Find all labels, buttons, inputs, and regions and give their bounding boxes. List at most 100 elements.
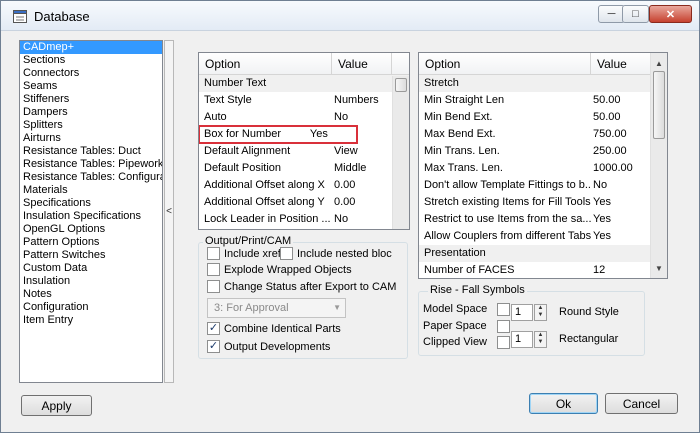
pane-splitter[interactable]: < [164, 40, 174, 383]
spin-down-icon[interactable]: ▼ [535, 312, 546, 319]
grid-cell-value[interactable]: Numbers [332, 92, 392, 109]
include-nested-box[interactable] [280, 247, 293, 260]
explode-wrapped-box[interactable] [207, 263, 220, 276]
category-list-item[interactable]: Notes [20, 288, 162, 301]
grid-row[interactable]: Max Bend Ext. 750.00 [419, 126, 667, 143]
category-list-item[interactable]: Pattern Options [20, 236, 162, 249]
grid-cell-value[interactable]: 50.00 [591, 109, 651, 126]
grid-cell-value[interactable]: No [591, 177, 651, 194]
right-grid-scroll-thumb[interactable] [653, 71, 665, 139]
grid-cell-value[interactable]: Yes [591, 228, 651, 245]
output-developments-box[interactable]: ✓ [207, 340, 220, 353]
right-grid-header-option[interactable]: Option [419, 53, 591, 74]
grid-group-row[interactable]: Number Text [199, 75, 409, 92]
left-option-grid[interactable]: Option Value Number Text Text Style Number… [198, 52, 410, 230]
scroll-down-arrow-icon[interactable]: ▼ [651, 261, 667, 277]
left-grid-scroll-thumb[interactable] [395, 78, 407, 92]
grid-row[interactable]: Min Bend Ext. 50.00 [419, 109, 667, 126]
grid-row[interactable]: Box for Number Yes [199, 125, 358, 144]
category-list-item[interactable]: Dampers [20, 106, 162, 119]
grid-cell-value[interactable]: 0.00 [332, 194, 392, 211]
left-grid-header-value[interactable]: Value [332, 53, 392, 74]
output-developments-checkbox[interactable]: ✓ Output Developments [207, 340, 330, 353]
grid-cell-value[interactable]: 0.00 [332, 177, 392, 194]
category-list-item[interactable]: Airturns [20, 132, 162, 145]
clipped-view-checkbox[interactable] [497, 336, 510, 349]
category-list-item[interactable]: Stiffeners [20, 93, 162, 106]
rectangular-spinner[interactable]: ▲ ▼ [534, 331, 547, 348]
include-nested-checkbox[interactable]: Include nested bloc [280, 247, 392, 260]
spin-down-icon[interactable]: ▼ [535, 339, 546, 346]
grid-cell-value[interactable]: Yes [591, 211, 651, 228]
category-list-item[interactable]: Insulation [20, 275, 162, 288]
grid-group-row[interactable]: Presentation [419, 245, 667, 262]
category-list-item[interactable]: Insulation Specifications [20, 210, 162, 223]
grid-row[interactable]: Text Style Numbers [199, 92, 409, 109]
rectangular-input[interactable]: 1 [511, 331, 533, 348]
category-list-item[interactable]: OpenGL Options [20, 223, 162, 236]
grid-row[interactable]: Auto No [199, 109, 409, 126]
ok-button[interactable]: Ok [529, 393, 598, 414]
grid-cell-value[interactable]: 250.00 [591, 143, 651, 160]
grid-cell-value[interactable]: 50.00 [591, 92, 651, 109]
grid-row[interactable]: Min Straight Len 50.00 [419, 92, 667, 109]
grid-row[interactable]: Number of FACES 12 [419, 262, 667, 278]
close-button[interactable]: ✕ [649, 5, 692, 23]
round-style-spinner[interactable]: ▲ ▼ [534, 304, 547, 321]
status-dropdown[interactable]: 3: For Approval ▼ [207, 298, 346, 318]
grid-cell-value[interactable] [591, 245, 651, 262]
grid-cell-value[interactable]: Yes [308, 126, 357, 143]
grid-cell-value[interactable]: Middle [332, 160, 392, 177]
maximize-button[interactable]: □ [622, 5, 649, 23]
grid-row[interactable]: Default Position Middle [199, 160, 409, 177]
grid-cell-value[interactable]: View [332, 143, 392, 160]
right-grid-header-value[interactable]: Value [591, 53, 651, 74]
category-list[interactable]: CADmep+ Sections Connectors Seams Stiffeners… [19, 40, 163, 383]
combine-parts-box[interactable]: ✓ [207, 322, 220, 335]
title-bar[interactable]: Database ─ □ ✕ [1, 1, 699, 31]
category-list-item[interactable]: Connectors [20, 67, 162, 80]
left-grid-scrollbar[interactable] [392, 76, 409, 229]
model-space-checkbox[interactable] [497, 303, 510, 316]
grid-row[interactable]: Stretch existing Items for Fill Tools Yes [419, 194, 667, 211]
grid-cell-value[interactable]: 12 [591, 262, 651, 278]
category-list-item[interactable]: Configuration [20, 301, 162, 314]
scroll-up-arrow-icon[interactable]: ▲ [651, 56, 667, 72]
grid-row[interactable]: Restrict to use Items from the sa... Yes [419, 211, 667, 228]
grid-cell-value[interactable]: No [332, 211, 392, 228]
include-xref-checkbox[interactable]: Include xref [207, 247, 281, 260]
include-xref-box[interactable] [207, 247, 220, 260]
grid-row[interactable]: Lock Leader in Position ... No [199, 211, 409, 228]
spin-up-icon[interactable]: ▲ [535, 305, 546, 312]
grid-row[interactable]: Additional Offset along Y 0.00 [199, 194, 409, 211]
grid-cell-value[interactable]: Yes [591, 194, 651, 211]
grid-cell-value[interactable] [591, 75, 651, 92]
grid-group-row[interactable]: Stretch [419, 75, 667, 92]
grid-cell-value[interactable]: 1000.00 [591, 160, 651, 177]
category-list-item[interactable]: Custom Data [20, 262, 162, 275]
grid-row[interactable]: Allow Couplers from different Tabs Yes [419, 228, 667, 245]
explode-wrapped-checkbox[interactable]: Explode Wrapped Objects [207, 263, 352, 276]
right-grid-scrollbar[interactable]: ▲ ▼ [650, 53, 667, 278]
grid-cell-value[interactable]: No [332, 109, 392, 126]
change-status-checkbox[interactable]: Change Status after Export to CAM [207, 280, 396, 293]
category-list-item[interactable]: Seams [20, 80, 162, 93]
category-list-item[interactable]: Resistance Tables: Pipework [20, 158, 162, 171]
cancel-button[interactable]: Cancel [605, 393, 678, 414]
category-list-item[interactable]: Materials [20, 184, 162, 197]
change-status-box[interactable] [207, 280, 220, 293]
category-list-item[interactable]: Pattern Switches [20, 249, 162, 262]
combine-parts-checkbox[interactable]: ✓ Combine Identical Parts [207, 322, 341, 335]
category-list-item[interactable]: Item Entry [20, 314, 162, 327]
apply-button[interactable]: Apply [21, 395, 92, 416]
category-list-item[interactable]: Splitters [20, 119, 162, 132]
grid-row[interactable]: Min Trans. Len. 250.00 [419, 143, 667, 160]
right-option-grid[interactable]: Option Value Stretch Min Straight Len 50.0… [418, 52, 668, 279]
round-style-input[interactable]: 1 [511, 304, 533, 321]
grid-row[interactable]: Default Alignment View [199, 143, 409, 160]
spin-up-icon[interactable]: ▲ [535, 332, 546, 339]
grid-row[interactable]: Max Trans. Len. 1000.00 [419, 160, 667, 177]
category-list-item[interactable]: Resistance Tables: Duct [20, 145, 162, 158]
category-list-item[interactable]: Resistance Tables: Configura [20, 171, 162, 184]
grid-cell-value[interactable]: 750.00 [591, 126, 651, 143]
